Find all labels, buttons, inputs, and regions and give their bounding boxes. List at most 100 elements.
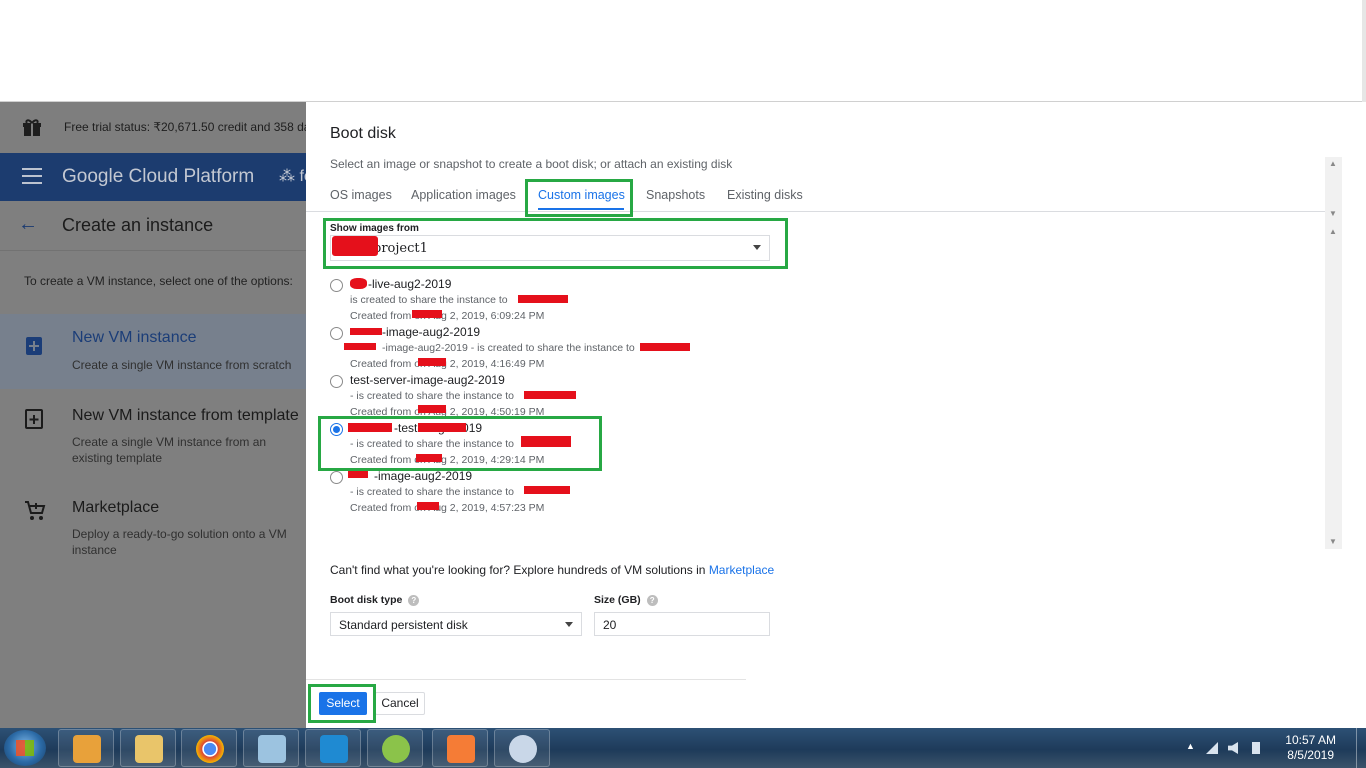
- browser-edge: [1362, 0, 1366, 102]
- highlight-box-tab: [525, 179, 633, 217]
- redaction-mark: [344, 343, 376, 350]
- gcp-page-backdrop: Free trial status: ₹20,671.50 credit and…: [0, 102, 306, 728]
- tabs-divider: [306, 211, 1337, 212]
- image-description: - is created to share the instance to: [350, 486, 515, 498]
- clock[interactable]: 10:57 AM 8/5/2019: [1285, 733, 1336, 763]
- gcp-header: Google Cloud Platform ⁂ fe: [0, 153, 306, 201]
- highlight-box-select-button: [308, 684, 376, 723]
- image-description: is created to share the instance to: [350, 294, 508, 306]
- redaction-mark: [418, 405, 446, 413]
- option-desc: Create a single VM instance from scratch: [72, 358, 292, 372]
- media-player-icon[interactable]: [58, 729, 114, 767]
- page-title: Create an instance: [62, 215, 214, 235]
- image-description: - is created to share the instance to: [350, 390, 515, 402]
- hamburger-menu-icon[interactable]: [22, 168, 42, 184]
- redaction-mark: [348, 471, 368, 478]
- cart-icon: [25, 501, 46, 520]
- option-desc: Deploy a ready-to-go solution onto a VM …: [72, 527, 287, 557]
- file-explorer-icon[interactable]: [120, 729, 176, 767]
- redaction-mark: [524, 486, 570, 494]
- redaction-mark: [350, 278, 367, 289]
- redaction-mark: [418, 358, 446, 366]
- image-description: -image-aug2-2019 - is created to share t…: [382, 342, 635, 354]
- redaction-mark: [350, 328, 382, 335]
- clock-time: 10:57 AM: [1285, 733, 1336, 747]
- marketplace-text: Can't find what you're looking for? Expl…: [330, 563, 706, 577]
- tab-application-images[interactable]: Application images: [411, 188, 516, 202]
- trial-status-text: Free trial status: ₹20,671.50 credit and…: [64, 120, 306, 134]
- image-name: test-server-image-aug2-2019: [350, 373, 505, 387]
- help-icon[interactable]: ?: [408, 594, 420, 606]
- volume-icon[interactable]: [1228, 742, 1238, 754]
- scroll-down-arrow-icon[interactable]: ▼: [1329, 537, 1337, 546]
- project-selector[interactable]: ⁂ fe: [279, 166, 306, 186]
- boot-disk-dialog: Boot disk Select an image or snapshot to…: [306, 102, 1366, 728]
- network-icon[interactable]: [1206, 742, 1218, 754]
- image-radio[interactable]: [330, 375, 343, 388]
- cancel-button[interactable]: Cancel: [375, 692, 425, 715]
- boot-disk-type-label: Boot disk type?: [330, 594, 420, 606]
- scrollbar[interactable]: ▲ ▼ ▲ ▼: [1325, 157, 1342, 549]
- notepad-icon[interactable]: [243, 729, 299, 767]
- redaction-mark: [640, 343, 690, 351]
- image-created: Created from on Aug 2, 2019, 4:16:49 PM: [350, 358, 545, 370]
- tab-existing-disks[interactable]: Existing disks: [727, 188, 803, 202]
- size-label-text: Size (GB): [594, 594, 641, 606]
- marketplace-link[interactable]: Marketplace: [709, 563, 774, 577]
- paint-icon[interactable]: [494, 729, 550, 767]
- highlight-box-selected-image: [318, 416, 602, 471]
- image-created: Created from on Aug 2, 2019, 6:09:24 PM: [350, 310, 545, 322]
- boot-disk-type-value: Standard persistent disk: [339, 618, 468, 632]
- size-value: 20: [603, 618, 617, 632]
- chrome-icon[interactable]: [181, 729, 237, 767]
- scroll-up-arrow-icon[interactable]: ▲: [1329, 159, 1337, 168]
- trial-status-bar: Free trial status: ₹20,671.50 credit and…: [0, 102, 306, 153]
- option-marketplace[interactable]: Marketplace Deploy a ready-to-go solutio…: [0, 488, 306, 568]
- system-tray: ▲ 10:57 AM 8/5/2019: [1176, 728, 1366, 768]
- app-icon[interactable]: [367, 729, 423, 767]
- redaction-mark: [417, 502, 439, 510]
- taskbar: ▲ 10:57 AM 8/5/2019: [0, 728, 1366, 768]
- image-created: Created from on Aug 2, 2019, 4:57:23 PM: [350, 502, 545, 514]
- xampp-icon[interactable]: [432, 729, 488, 767]
- highlight-box-select: [323, 218, 788, 269]
- gcp-brand[interactable]: Google Cloud Platform: [62, 166, 254, 188]
- image-radio[interactable]: [330, 327, 343, 340]
- size-input[interactable]: 20: [594, 612, 770, 636]
- add-box-icon: [26, 337, 42, 355]
- boot-disk-type-select[interactable]: Standard persistent disk: [330, 612, 582, 636]
- page-header: ← Create an instance: [0, 201, 306, 251]
- image-name: -image-aug2-2019: [374, 469, 473, 483]
- battery-icon[interactable]: [1252, 742, 1260, 754]
- tab-snapshots[interactable]: Snapshots: [646, 188, 705, 202]
- image-name: -image-aug2-2019: [382, 325, 481, 339]
- footer-divider: [306, 679, 746, 680]
- chevron-down-icon: [565, 622, 573, 627]
- show-desktop-button[interactable]: [1356, 728, 1366, 768]
- redaction-mark: [518, 295, 568, 303]
- back-arrow-icon[interactable]: ←: [18, 213, 38, 236]
- option-new-vm[interactable]: New VM instance Create a single VM insta…: [0, 314, 306, 389]
- browser-top-area: [0, 0, 1366, 102]
- tab-os-images[interactable]: OS images: [330, 188, 392, 202]
- scroll-up-arrow-icon[interactable]: ▲: [1329, 227, 1337, 236]
- image-radio[interactable]: [330, 279, 343, 292]
- redaction-mark: [524, 391, 576, 399]
- help-icon[interactable]: ?: [646, 594, 658, 606]
- dialog-title: Boot disk: [330, 125, 396, 142]
- start-button-icon[interactable]: [4, 730, 46, 766]
- redaction-mark: [412, 310, 442, 318]
- dialog-subtitle: Select an image or snapshot to create a …: [330, 157, 733, 171]
- show-hidden-icons-icon[interactable]: ▲: [1186, 741, 1195, 751]
- intro-text: To create a VM instance, select one of t…: [24, 274, 293, 288]
- image-item[interactable]: -image-aug2-2019 -image-aug2-2019 - is c…: [330, 324, 790, 372]
- clock-date: 8/5/2019: [1287, 748, 1334, 762]
- scroll-down-arrow-icon[interactable]: ▼: [1329, 209, 1337, 218]
- gift-icon: [23, 119, 41, 136]
- option-title: Marketplace: [72, 499, 160, 516]
- marketplace-hint: Can't find what you're looking for? Expl…: [330, 563, 774, 577]
- option-vm-from-template[interactable]: New VM instance from template Create a s…: [0, 394, 306, 474]
- vscode-icon[interactable]: [305, 729, 361, 767]
- image-radio[interactable]: [330, 471, 343, 484]
- size-label: Size (GB)?: [594, 594, 658, 606]
